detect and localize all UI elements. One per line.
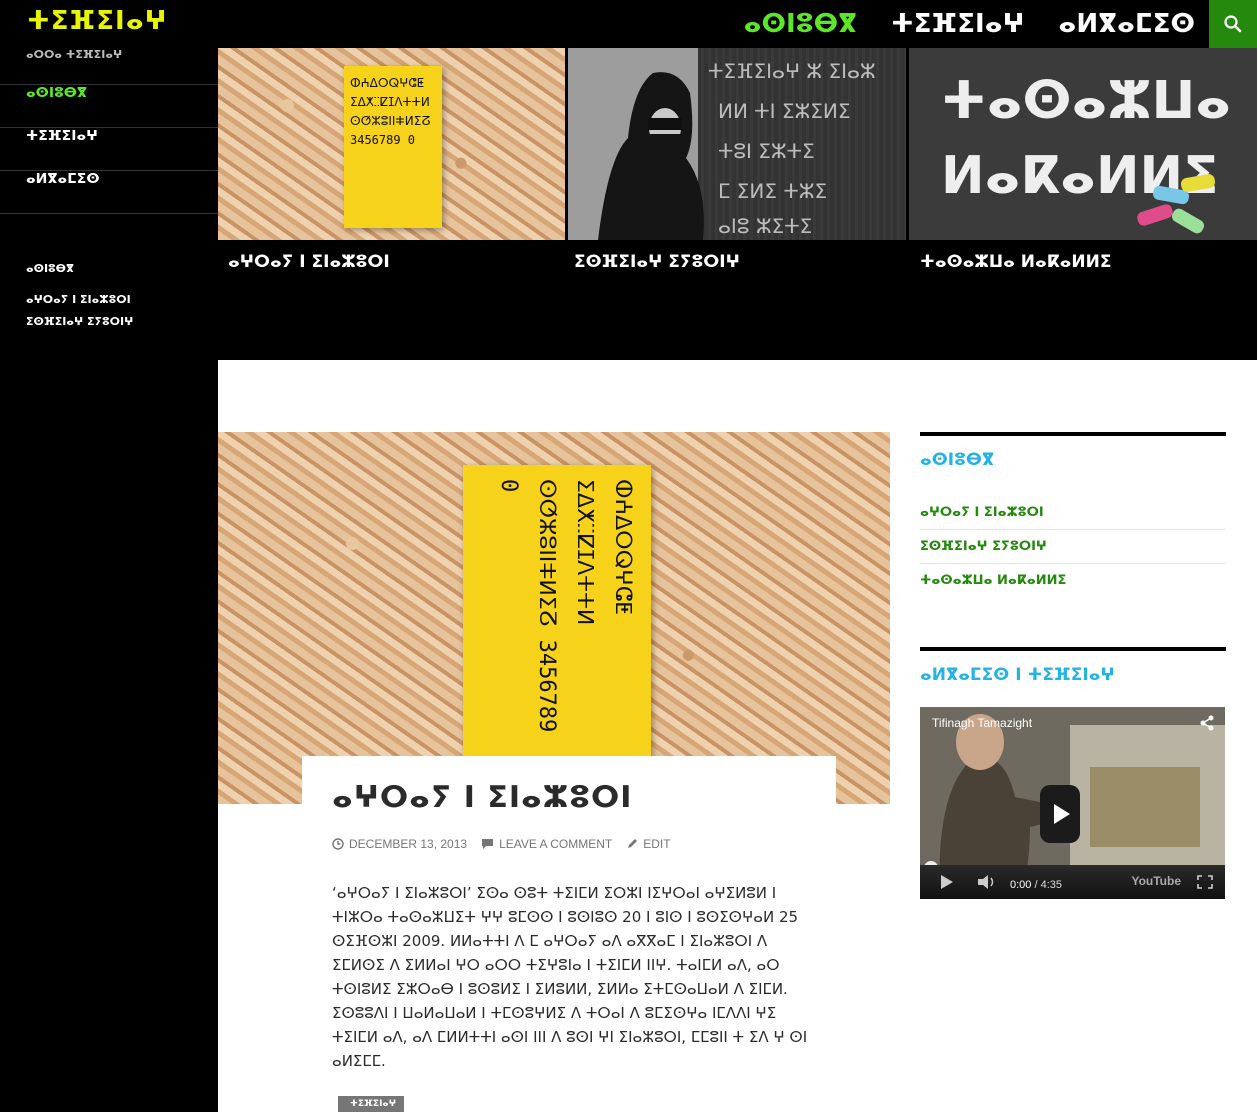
poster-line: ⵉⵠⵅⵆⵇⵊⴷⵜⵜⵍ <box>350 95 430 109</box>
share-icon[interactable] <box>1199 715 1215 731</box>
poster-line: ⵙⵚⵣⵓⵏⵏⵐⵍⵉⵒ <box>534 479 559 627</box>
search-button[interactable] <box>1209 0 1257 48</box>
sidebar-item-videos[interactable]: ⴰⵍⴳⴰⵎⵉⵙ <box>0 171 218 214</box>
featured-title-3[interactable]: ⵜⴰⵙⴰⵣⵡⴰ ⵍⴰⴽⴰⵍⵍⵉ <box>920 252 1112 272</box>
video-widget-title: ⴰⵍⴳⴰⵎⵉⵙ ⵏ ⵜⵉⴼⵉⵏⴰⵖ <box>920 665 1115 685</box>
sidebar-widget-link[interactable]: ⴰⵖⵔⴰⵢ ⵏ ⵉⵏⴰⵣⵓⵔⵏ <box>26 293 133 306</box>
post-meta: DECEMBER 13, 2013 LEAVE A COMMENT EDIT <box>332 837 806 851</box>
video-time-current: 0:00 / 4:35 <box>1010 879 1062 891</box>
comment-link-text: LEAVE A COMMENT <box>499 837 613 851</box>
svg-text:ⵜⵉⴼⵉⵏⴰⵖ ⵣ ⵉⵏⴰⵣ: ⵜⵉⴼⵉⵏⴰⵖ ⵣ ⵉⵏⴰⵣ <box>708 59 876 83</box>
svg-text:ⴰⵏⵓ ⵣⵉⵜⵉ: ⴰⵏⵓ ⵣⵉⵜⵉ <box>718 214 812 238</box>
recent-post-link[interactable]: ⴰⵖⵔⴰⵢ ⵏ ⵉⵏⴰⵣⵓⵔⵏ <box>920 496 1226 530</box>
featured-title-2[interactable]: ⵉⵙⴼⵉⵏⴰⵖ ⵉⵢⵓⵔⵏⵖ <box>574 252 740 272</box>
post-entry: ⴰⵖⵔⴰⵢ ⵏ ⵉⵏⴰⵣⵓⵔⵏ DECEMBER 13, 2013 LEAVE … <box>302 756 836 1112</box>
post-thumbnail[interactable]: ⵀⵄⵠⵔⵕⵖⵛⵟ ⵉⵠⵅⵆⵇⵊⴷⵜⵜⵍ ⵙⵚⵣⵓⵏⵏⵐⵍⵉⵒ 3456789 0 <box>218 432 890 804</box>
svg-text:ⵎ ⵉⵍⵉ ⵜⵣⵉ: ⵎ ⵉⵍⵉ ⵜⵣⵉ <box>718 179 827 203</box>
poster-image: ⵀⵄⵠⵔⵕⵖⵛⵟ ⵉⵠⵅⵆⵇⵊⴷⵜⵜⵍ ⵙⵚⵣⵓⵏⵏⵐⵍⵉⵒ 3456789 0 <box>463 465 651 765</box>
play-icon[interactable] <box>940 875 954 889</box>
video-controls: 0:00 / 4:35 YouTube <box>920 865 1225 899</box>
poster-image: ⵀⵄⵠⵔⵕⵖⵛⵟ ⵉⵠⵅⵆⵇⵊⴷⵜⵜⵍ ⵙⵚⵣⵓⵏⵏⵐⵍⵉⵒ 3456789 0 <box>344 66 442 228</box>
featured-content: ⵀⵄⵠⵔⵕⵖⵛⵟ ⵉⵠⵅⵆⵇⵊⴷⵜⵜⵍ ⵙⵚⵣⵓⵏⵏⵐⵍⵉⵒ 3456789 0… <box>218 48 1257 360</box>
edit-link[interactable]: EDIT <box>626 837 671 851</box>
nav-item-tifinagh[interactable]: ⵜⵉⴼⵉⵏⴰⵖ <box>891 9 1024 39</box>
featured-image-1[interactable]: ⵀⵄⵠⵔⵕⵖⵛⵟ ⵉⵠⵅⵆⵇⵊⴷⵜⵜⵍ ⵙⵚⵣⵓⵏⵏⵐⵍⵉⵒ 3456789 0 <box>218 48 565 240</box>
video-widget: ⴰⵍⴳⴰⵎⵉⵙ ⵏ ⵜⵉⴼⵉⵏⴰⵖ <box>920 647 1226 685</box>
comment-icon <box>482 839 494 849</box>
sidebar-widget-title: ⴰⵙⵏⵓⴱⴳ <box>26 262 74 275</box>
chalkboard-image: ⵜⴰⵙⴰⵣⵡⴰ ⵍⴰⴽⴰⵍⵍⵉ <box>941 71 1231 234</box>
svg-text:ⵜⴰⵙⴰⵣⵡⴰ: ⵜⴰⵙⴰⵣⵡⴰ <box>941 71 1231 131</box>
poster-line: ⵀⵄⵠⵔⵕⵖⵛⵟ <box>610 479 635 615</box>
video-title[interactable]: Tifinagh Tamazight <box>932 716 1032 730</box>
poster-line: 3456789 0 <box>350 133 416 147</box>
site-header: ⵜⵉⴼⵉⵏⴰⵖ ⴰⵙⵏⵓⴱⴳ ⵜⵉⴼⵉⵏⴰⵖ ⴰⵍⴳⴰⵎⵉⵙ <box>0 0 1257 48</box>
svg-text:ⵍⵍ ⵜⵏ ⵉⵣⵉⵍⵉ: ⵍⵍ ⵜⵏ ⵉⵣⵉⵍⵉ <box>718 99 851 123</box>
fullscreen-icon[interactable] <box>1197 875 1213 889</box>
post-body: ‘ⴰⵖⵔⴰⵢ ⵏ ⵉⵏⴰⵣⵓⵔⵏ’ ⵉⵙⴰ ⵙⵓⵜ ⵜⵉⵏⵎⵍ ⵉⵔⵣⵏ ⵏⵉⵖ… <box>332 884 808 1070</box>
pencil-icon <box>628 839 638 848</box>
svg-text:ⵜⵓⵏ ⵉⵣⵜⵉ: ⵜⵓⵏ ⵉⵣⵜⵉ <box>718 139 815 163</box>
edit-link-text: EDIT <box>643 837 671 851</box>
sidebar-item-home[interactable]: ⴰⵙⵏⵓⴱⴳ <box>0 85 218 128</box>
featured-title-1[interactable]: ⴰⵖⵔⴰⵢ ⵏ ⵉⵏⴰⵣⵓⵔⵏ <box>228 252 390 272</box>
site-title[interactable]: ⵜⵉⴼⵉⵏⴰⵖ <box>27 6 167 36</box>
sidebar-item-tifinagh[interactable]: ⵜⵉⴼⵉⵏⴰⵖ <box>0 128 218 171</box>
post-date[interactable]: DECEMBER 13, 2013 <box>332 837 467 851</box>
video-total-time: / 4:35 <box>1034 879 1063 891</box>
sidebar-nav: ⴰⵙⵏⵓⴱⴳ ⵜⵉⴼⵉⵏⴰⵖ ⴰⵍⴳⴰⵎⵉⵙ <box>0 84 218 214</box>
video-current-time: 0:00 <box>1010 879 1032 891</box>
main-content: ⵀⵄⵠⵔⵕⵖⵛⵟ ⵉⵠⵅⵆⵇⵊⴷⵜⵜⵍ ⵙⵚⵣⵓⵏⵏⵐⵍⵉⵒ 3456789 0… <box>218 360 1257 1112</box>
sidebar-recent-widget: ⴰⵙⵏⵓⴱⴳ ⴰⵖⵔⴰⵢ ⵏ ⵉⵏⴰⵣⵓⵔⵏ ⵉⵙⴼⵉⵏⴰⵖ ⵉⵢⵓⵔⵏⵖ <box>26 262 133 337</box>
site-tagline: ⴰⵔⵔⴰ ⵜⵉⴼⵉⵏⴰⵖ <box>26 48 123 61</box>
recent-posts-title: ⴰⵙⵏⵓⴱⴳ <box>920 450 995 470</box>
youtube-logo[interactable]: YouTube <box>1131 874 1181 888</box>
recent-post-link[interactable]: ⵜⴰⵙⴰⵣⵡⴰ ⵍⴰⴽⴰⵍⵍⵉ <box>920 564 1226 597</box>
featured-image-3[interactable]: ⵜⴰⵙⴰⵣⵡⴰ ⵍⴰⴽⴰⵍⵍⵉ <box>909 48 1257 240</box>
poster-line: ⵀⵄⵠⵔⵕⵖⵛⵟ <box>350 76 425 90</box>
post-title[interactable]: ⴰⵖⵔⴰⵢ ⵏ ⵉⵏⴰⵣⵓⵔⵏ <box>332 780 806 815</box>
left-sidebar: ⴰⵔⵔⴰ ⵜⵉⴼⵉⵏⴰⵖ ⴰⵙⵏⵓⴱⴳ ⵜⵉⴼⵉⵏⴰⵖ ⴰⵍⴳⴰⵎⵉⵙ ⴰⵙⵏⵓ… <box>0 48 218 1112</box>
clock-icon <box>332 838 344 850</box>
comment-link[interactable]: LEAVE A COMMENT <box>481 837 612 851</box>
photo-person-chalkboard: ⵜⵉⴼⵉⵏⴰⵖ ⵣ ⵉⵏⴰⵣ ⵍⵍ ⵜⵏ ⵉⵣⵉⵍⵉ ⵜⵓⵏ ⵉⵣⵜⵉ ⵎ ⵉⵍ… <box>568 48 876 240</box>
poster-line: ⵉⵠⵅⵆⵇⵊⴷⵜⵜⵍ <box>572 479 597 626</box>
recent-post-link[interactable]: ⵉⵙⴼⵉⵏⴰⵖ ⵉⵢⵓⵔⵏⵖ <box>920 530 1226 564</box>
poster-line: ⵙⵚⵣⵓⵏⵏⵐⵍⵉⵒ <box>350 114 431 128</box>
recent-posts-widget: ⴰⵙⵏⵓⴱⴳ ⴰⵖⵔⴰⵢ ⵏ ⵉⵏⴰⵣⵓⵔⵏ ⵉⵙⴼⵉⵏⴰⵖ ⵉⵢⵓⵔⵏⵖ ⵜⴰ… <box>920 432 1226 597</box>
featured-image-2[interactable]: ⵜⵉⴼⵉⵏⴰⵖ ⵣ ⵉⵏⴰⵣ ⵍⵍ ⵜⵏ ⵉⵣⵉⵍⵉ ⵜⵓⵏ ⵉⵣⵜⵉ ⵎ ⵉⵍ… <box>568 48 906 240</box>
nav-item-videos[interactable]: ⴰⵍⴳⴰⵎⵉⵙ <box>1058 9 1195 39</box>
post-date-text: DECEMBER 13, 2013 <box>349 837 468 851</box>
volume-icon[interactable] <box>978 875 996 889</box>
search-icon <box>1224 15 1242 33</box>
video-player[interactable]: Tifinagh Tamazight 0:00 / 4:35 YouTube <box>920 707 1225 899</box>
nav-item-home[interactable]: ⴰⵙⵏⵓⴱⴳ <box>744 9 857 39</box>
sidebar-widget-link[interactable]: ⵉⵙⴼⵉⵏⴰⵖ ⵉⵢⵓⵔⵏⵖ <box>26 315 133 328</box>
primary-nav: ⴰⵙⵏⵓⴱⴳ ⵜⵉⴼⵉⵏⴰⵖ ⴰⵍⴳⴰⵎⵉⵙ <box>744 0 1195 48</box>
post-tag[interactable]: ⵜⵉⴼⵉⵏⴰⵖ <box>338 1096 405 1112</box>
